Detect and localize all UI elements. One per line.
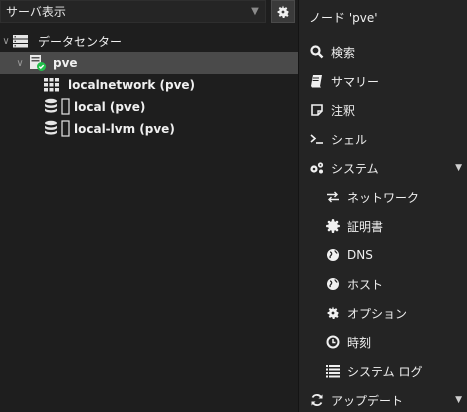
tree-item-label: データセンター bbox=[38, 34, 123, 49]
gear-icon bbox=[277, 5, 289, 18]
server-icon bbox=[13, 35, 28, 48]
search-icon bbox=[309, 44, 325, 60]
tree-item-storage[interactable]: localnetwork (pve) bbox=[0, 74, 298, 96]
nav-label: シェル bbox=[331, 132, 368, 147]
nav-label: 検索 bbox=[331, 45, 356, 60]
settings-button[interactable] bbox=[271, 0, 295, 23]
refresh-icon bbox=[309, 392, 325, 408]
terminal-icon bbox=[309, 131, 325, 147]
caret-down-icon[interactable]: ▼ bbox=[455, 163, 462, 173]
list-icon bbox=[325, 363, 341, 379]
nav-item-search[interactable]: 検索 bbox=[299, 40, 467, 64]
nav-label: 注釈 bbox=[331, 103, 356, 118]
nav-item-shell[interactable]: シェル bbox=[299, 127, 467, 151]
nav-item-dns[interactable]: DNS bbox=[299, 243, 467, 267]
nav-item-network[interactable]: ネットワーク bbox=[299, 185, 467, 209]
nav-item-options[interactable]: オプション bbox=[299, 301, 467, 325]
certificate-icon bbox=[325, 218, 341, 234]
panel-title: ノード 'pve' bbox=[309, 11, 378, 25]
nav-item-notes[interactable]: 注釈 bbox=[299, 98, 467, 122]
nav-label: システム bbox=[331, 161, 379, 176]
nav-label: オプション bbox=[347, 306, 408, 321]
clock-icon bbox=[325, 334, 341, 350]
note-icon bbox=[309, 102, 325, 118]
nav-item-updates[interactable]: アップデート ▼ bbox=[299, 388, 467, 412]
nav-item-syslog[interactable]: システム ログ bbox=[299, 359, 467, 383]
nav-item-certificates[interactable]: 証明書 bbox=[299, 214, 467, 238]
tree-item-label: local (pve) bbox=[74, 100, 146, 114]
gears-icon bbox=[309, 160, 325, 176]
book-icon bbox=[309, 73, 325, 89]
nav-item-time[interactable]: 時刻 bbox=[299, 330, 467, 354]
expand-toggle[interactable]: ∨ bbox=[14, 58, 26, 69]
tree-item-node-pve[interactable]: ∨ pve bbox=[0, 52, 298, 74]
nav-label: システム ログ bbox=[347, 364, 423, 379]
resource-tree-panel: サーバ表示 ▼ ∨ データセンター ∨ pve localnetwork (pv… bbox=[0, 0, 298, 412]
tree-item-storage[interactable]: local-lvm (pve) bbox=[0, 118, 298, 140]
node-online-icon bbox=[30, 55, 46, 71]
caret-down-icon[interactable]: ▼ bbox=[455, 395, 462, 405]
view-select[interactable]: サーバ表示 ▼ bbox=[0, 0, 266, 23]
tree-item-label: pve bbox=[53, 56, 78, 70]
chevron-down-icon[interactable]: ▼ bbox=[245, 6, 265, 17]
expand-toggle[interactable]: ∨ bbox=[0, 36, 12, 47]
tree-item-label: localnetwork (pve) bbox=[68, 78, 196, 92]
nav-item-summary[interactable]: サマリー bbox=[299, 69, 467, 93]
node-nav-panel: ノード 'pve' 検索 サマリー 注釈 シェル システム ▼ ネットワーク 証… bbox=[298, 0, 467, 412]
nav-label: DNS bbox=[347, 248, 373, 262]
database-icon bbox=[45, 98, 70, 115]
view-select-value: サーバ表示 bbox=[6, 5, 66, 19]
nav-label: サマリー bbox=[331, 74, 380, 89]
nav-item-system[interactable]: システム ▼ bbox=[299, 156, 467, 180]
nav-item-hosts[interactable]: ホスト bbox=[299, 272, 467, 296]
globe-icon bbox=[325, 247, 341, 263]
grid-icon bbox=[44, 78, 59, 92]
nav-label: アップデート bbox=[331, 393, 404, 408]
exchange-icon bbox=[325, 189, 341, 205]
nav-label: 証明書 bbox=[347, 219, 384, 234]
tree-item-datacenter[interactable]: ∨ データセンター bbox=[0, 30, 298, 52]
tree-item-label: local-lvm (pve) bbox=[74, 122, 175, 136]
nav-label: ホスト bbox=[347, 277, 384, 292]
tree-item-storage[interactable]: local (pve) bbox=[0, 96, 298, 118]
globe-icon bbox=[325, 276, 341, 292]
nav-label: 時刻 bbox=[347, 335, 372, 350]
nav-label: ネットワーク bbox=[347, 190, 420, 205]
database-icon bbox=[45, 120, 70, 137]
gear-icon bbox=[325, 305, 341, 321]
